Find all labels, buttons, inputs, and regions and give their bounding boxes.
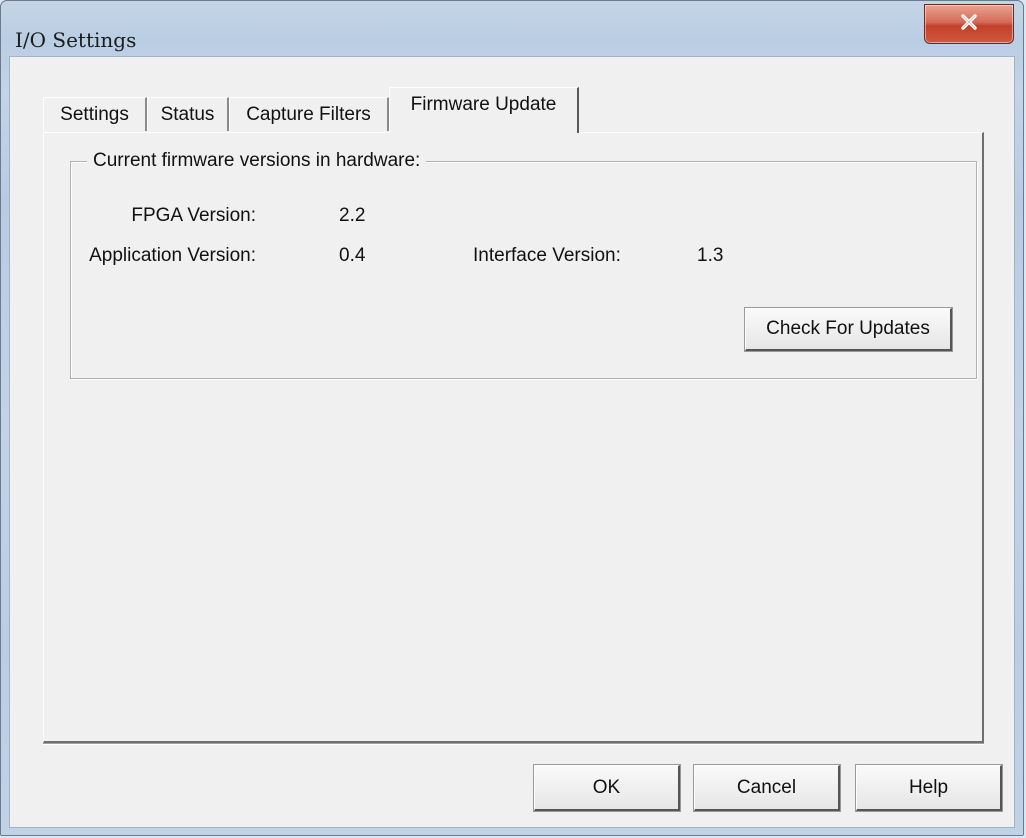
- footer-separator: [43, 743, 984, 745]
- close-icon: [958, 13, 980, 36]
- firmware-update-panel: Current firmware versions in hardware: F…: [43, 132, 984, 743]
- tab-firmware-update[interactable]: Firmware Update: [389, 87, 579, 133]
- group-title: Current firmware versions in hardware:: [87, 150, 427, 172]
- tab-label: Settings: [60, 103, 129, 125]
- check-for-updates-button[interactable]: Check For Updates: [744, 307, 953, 352]
- firmware-versions-group: Current firmware versions in hardware: F…: [70, 150, 977, 379]
- application-version-label: Application Version:: [89, 245, 256, 266]
- window-title: I/O Settings: [15, 28, 137, 52]
- close-button[interactable]: [924, 4, 1014, 44]
- tab-label: Status: [160, 103, 215, 125]
- fpga-version-label: FPGA Version:: [131, 205, 256, 226]
- help-button[interactable]: Help: [855, 764, 1003, 812]
- interface-version-label: Interface Version:: [473, 245, 621, 266]
- tab-label: Firmware Update: [410, 94, 557, 115]
- fpga-version-value: 2.2: [339, 205, 366, 226]
- dialog-client-area: Settings Status Capture Filters Firmware…: [9, 56, 1015, 828]
- io-settings-dialog: I/O Settings Settings Status Capture Fil…: [0, 0, 1024, 836]
- tab-settings[interactable]: Settings: [43, 97, 147, 131]
- ok-button[interactable]: OK: [533, 764, 681, 812]
- application-version-value: 0.4: [339, 245, 366, 266]
- tab-label: Capture Filters: [246, 103, 371, 125]
- tab-status[interactable]: Status: [147, 97, 229, 131]
- cancel-button[interactable]: Cancel: [693, 764, 841, 812]
- interface-version-value: 1.3: [697, 245, 724, 266]
- tab-capture-filters[interactable]: Capture Filters: [229, 97, 389, 131]
